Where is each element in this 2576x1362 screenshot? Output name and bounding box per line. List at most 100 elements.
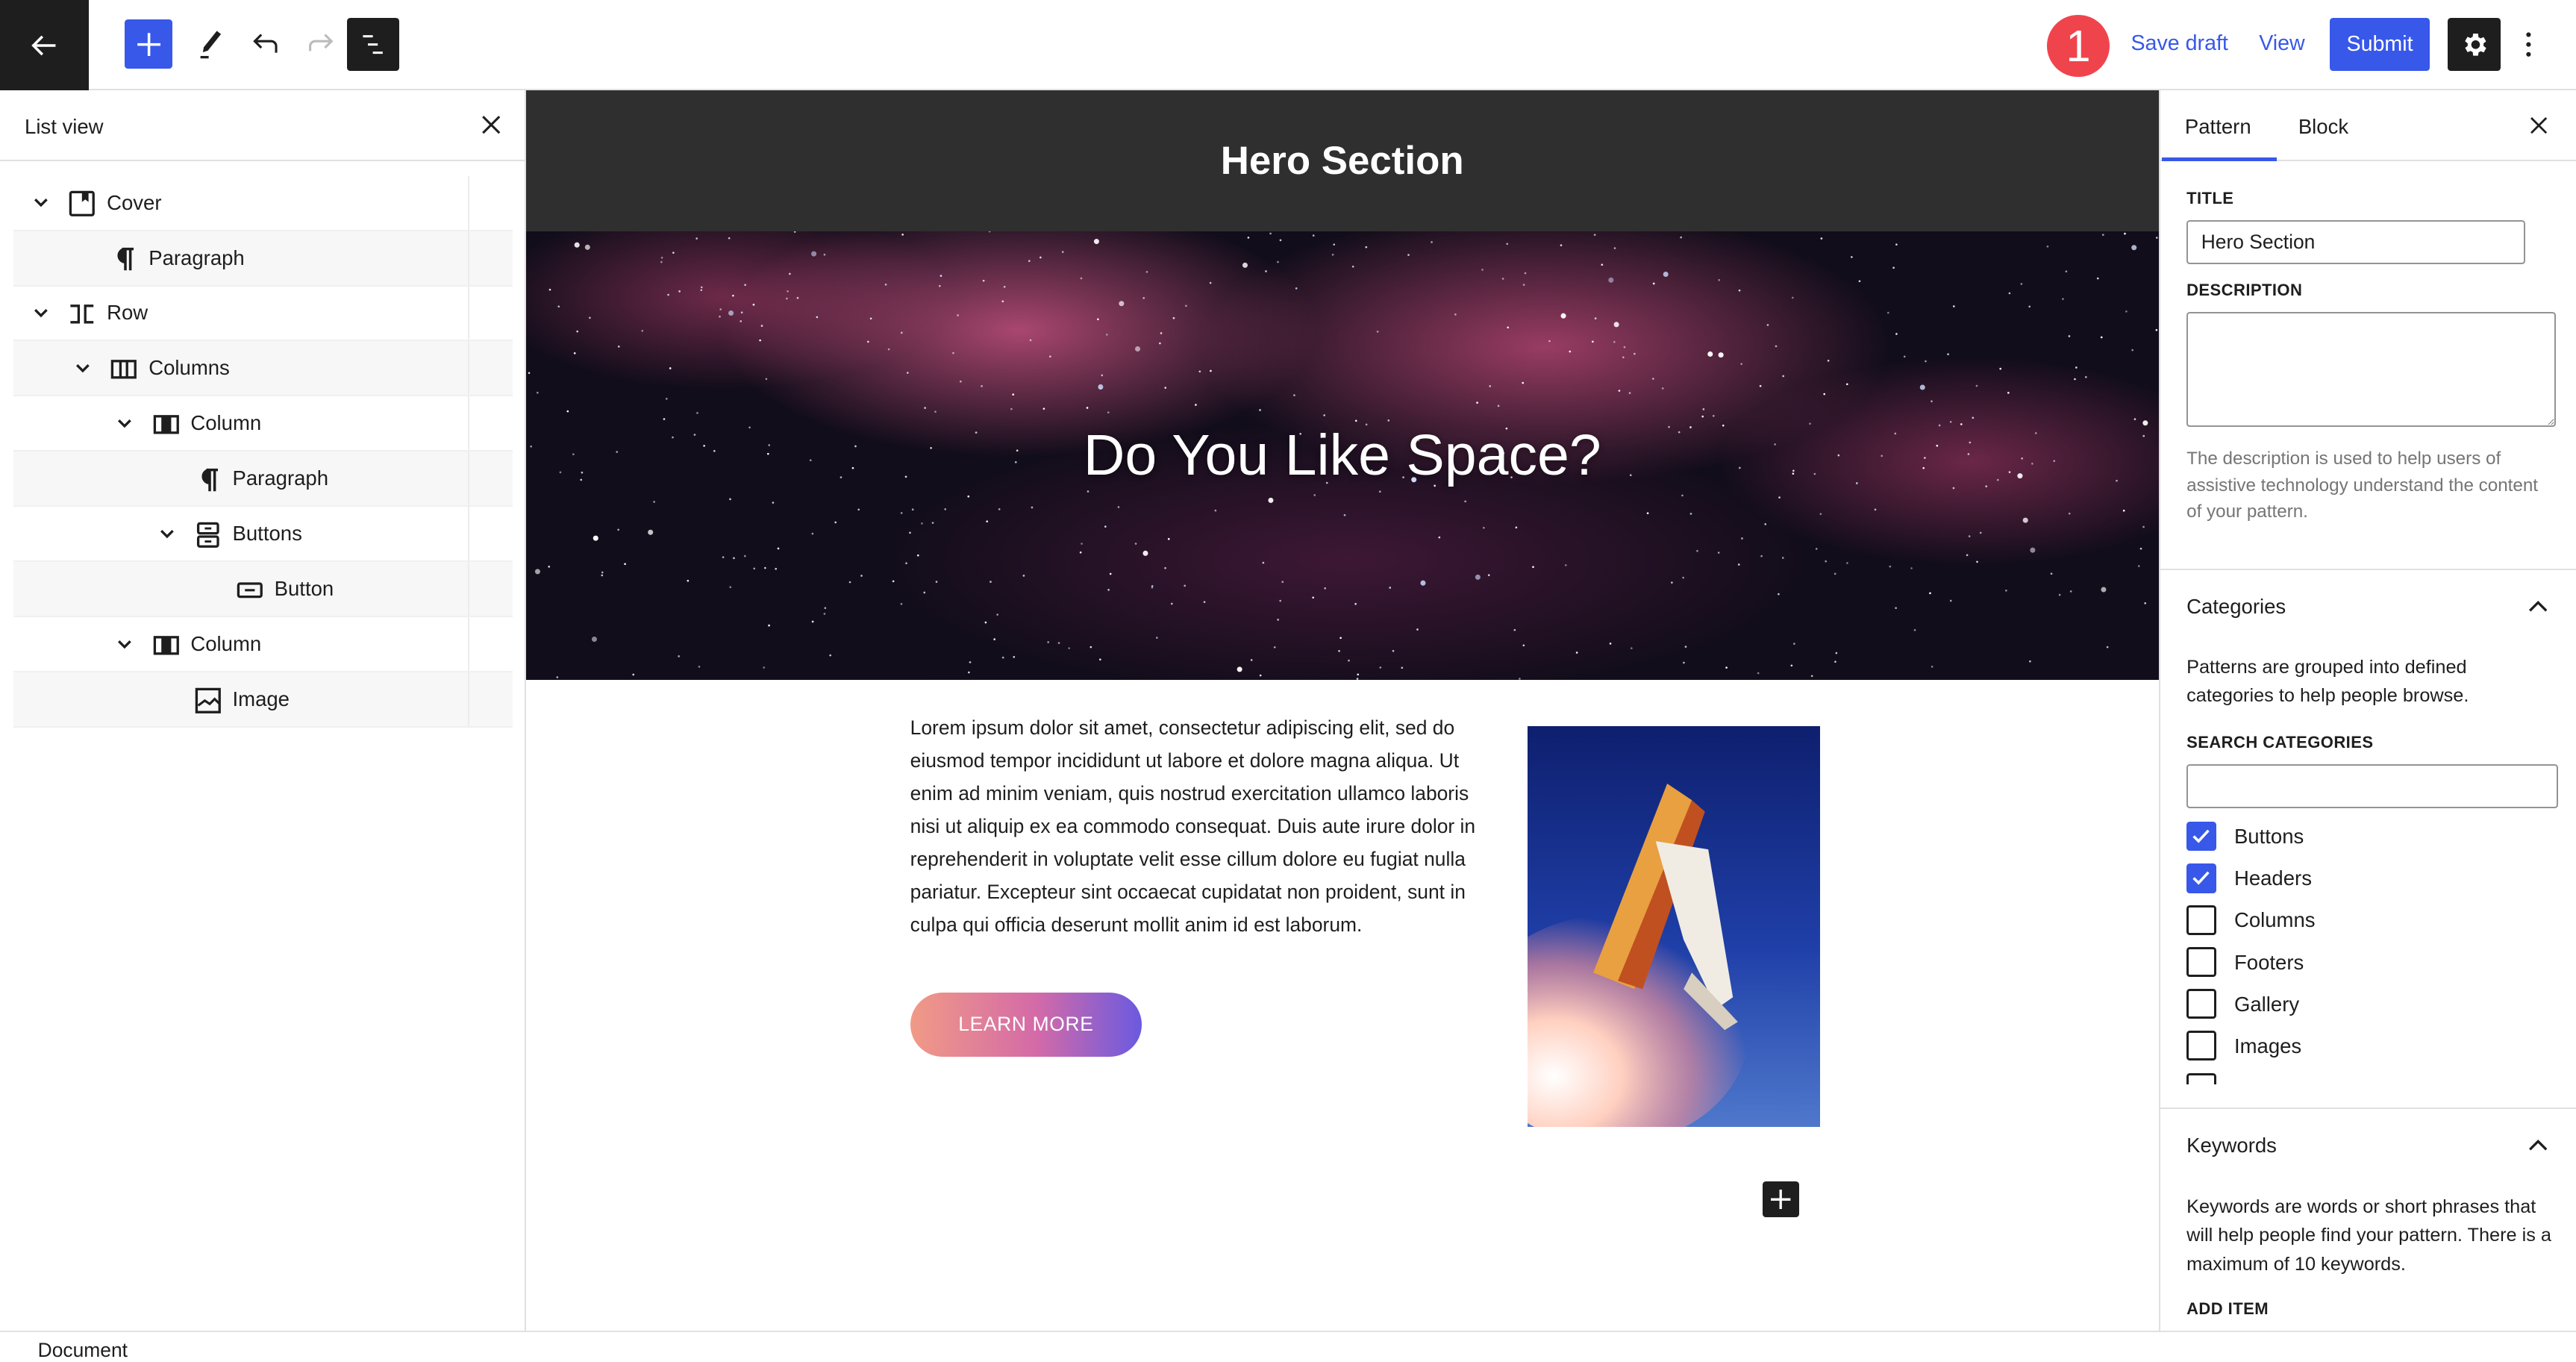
keywords-heading: Keywords [2186,1134,2277,1158]
category-label: Gallery [2233,992,2300,1016]
list-view-item[interactable]: Column [13,617,513,673]
chevron-down-icon[interactable] [158,524,175,543]
chevron-down-icon[interactable] [116,634,133,654]
category-checkbox[interactable] [2186,989,2216,1019]
title-input[interactable] [2186,220,2525,265]
pattern-title: Hero Section [1220,139,1464,184]
tools-button[interactable] [190,19,230,69]
arrow-left-icon [31,35,56,55]
paragraph-icon [117,247,134,271]
redo-button[interactable] [301,19,340,69]
undo-icon [253,34,278,53]
category-checkbox[interactable] [2186,947,2216,977]
tab-pattern[interactable]: Pattern [2185,115,2251,139]
buttons-icon [196,522,219,548]
redo-icon [309,34,334,51]
divider [468,507,470,561]
category-checkbox[interactable] [2186,821,2216,852]
list-view-title: List view [25,115,104,139]
categories-list[interactable]: Buttons Headers Columns Footers Gallery Image… [2160,813,2576,1085]
keywords-toggle[interactable]: Keywords [2160,1109,2576,1181]
button-icon [237,582,263,599]
cover-heading[interactable]: Do You Like Space? [1084,422,1601,489]
annotation-badge-1: 1 [2047,14,2110,78]
description-label: DESCRIPTION [2186,281,2303,300]
category-checkbox[interactable] [2186,1031,2216,1061]
categories-toggle[interactable]: Categories [2160,570,2576,643]
learn-more-button[interactable]: LEARN MORE [910,992,1142,1057]
list-view-item-label: Cover [107,190,162,214]
list-view-item-label: Paragraph [149,246,245,269]
list-view-item[interactable]: Button [13,562,513,618]
pencil-icon [200,31,222,59]
check-icon [2192,871,2210,885]
list-view-header: List view [0,90,526,161]
column-icon [153,636,179,655]
divider [468,396,470,451]
list-view-item-label: Column [190,411,262,435]
divider [468,672,470,727]
category-label: Columns [2233,908,2316,932]
add-block-button[interactable] [1763,1181,1799,1218]
categories-help: Patterns are grouped into defined catego… [2186,657,2469,706]
rocket-image[interactable] [1528,726,1821,1128]
list-view-item[interactable]: Columns [13,341,513,397]
inserter-button[interactable] [125,19,173,69]
divider [468,231,470,285]
list-view-item[interactable]: Row [13,286,513,342]
view-button[interactable]: View [2259,31,2305,56]
columns-icon [111,360,137,379]
add-item-label: ADD ITEM [2186,1299,2269,1319]
cover-block[interactable]: Do You Like Space? [525,231,2159,681]
keywords-help: Keywords are words or short phrases that… [2186,1196,2552,1275]
list-view-item-label: Columns [149,356,230,380]
list-view-item[interactable]: Cover [13,175,513,231]
back-button[interactable] [0,0,89,91]
status-bar: Document [0,1331,2576,1361]
paragraph-block[interactable]: Lorem ipsum dolor sit amet, consectetur … [910,711,1502,941]
undo-button[interactable] [246,19,286,69]
list-view-item[interactable]: Column [13,396,513,452]
submit-button[interactable]: Submit [2329,18,2430,71]
title-label: TITLE [2186,189,2234,208]
list-view-item[interactable]: Image [13,672,513,728]
description-help: The description is used to help users of… [2186,448,2539,522]
settings-button[interactable] [2448,18,2501,71]
category-checkbox[interactable] [2186,1072,2216,1085]
category-label: Buttons [2233,825,2304,849]
active-tab-indicator [2162,157,2278,161]
gear-icon [2465,33,2486,56]
category-label: Images [2233,1034,2302,1058]
list-view-icon [363,34,383,54]
chevron-down-icon[interactable] [33,303,49,322]
list-view-item[interactable]: Paragraph [13,452,513,507]
cover-icon [69,190,96,217]
list-view-button[interactable] [346,18,399,71]
divider [468,617,470,672]
pattern-title-bar: Hero Section [525,90,2159,232]
description-textarea[interactable] [2186,312,2557,428]
chevron-down-icon[interactable] [116,413,133,433]
chevron-down-icon[interactable] [33,193,49,213]
image-icon [195,687,221,713]
divider [468,341,470,396]
chevron-up-icon [2529,1139,2548,1151]
list-view-item[interactable]: Paragraph [13,231,513,287]
category-checkbox[interactable] [2186,863,2216,893]
category-label: Headers [2233,866,2312,890]
divider [468,175,470,230]
tab-block[interactable]: Block [2298,115,2348,139]
close-icon[interactable] [2530,116,2548,134]
row-icon [70,304,94,324]
settings-sidebar: Pattern Block TITLE DESCRIPTION The desc… [2158,90,2576,1331]
check-icon [2192,829,2210,843]
options-button[interactable] [2513,19,2543,69]
chevron-up-icon [2529,600,2548,612]
save-draft-button[interactable]: Save draft [2130,31,2228,56]
breadcrumb-document[interactable]: Document [38,1339,128,1362]
search-categories-input[interactable] [2186,763,2558,809]
close-icon[interactable] [481,115,501,134]
chevron-down-icon[interactable] [75,358,91,378]
category-checkbox[interactable] [2186,905,2216,935]
list-view-item[interactable]: Buttons [13,507,513,563]
